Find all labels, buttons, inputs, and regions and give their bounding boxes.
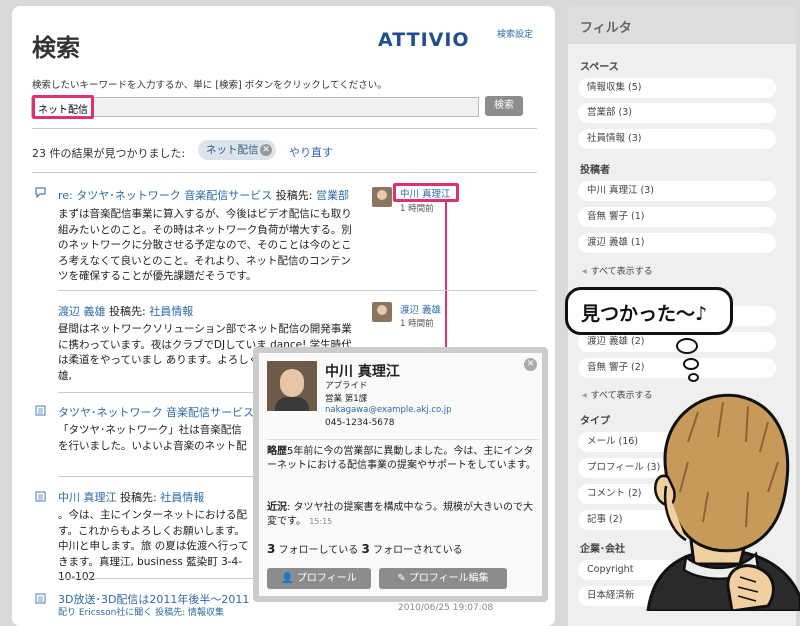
thought-dot [683, 358, 699, 370]
followers-label[interactable]: フォローされている [373, 545, 463, 556]
search-input-value[interactable]: ネット配信 [38, 101, 88, 116]
thought-dot [676, 338, 698, 354]
result-4-snippet: 。今は、主にインターネットにおける配 す。これからもよろしくお願いします。中川と… [58, 509, 249, 583]
redo-link[interactable]: やり直す [289, 144, 333, 160]
author-heading: 投稿者 [580, 165, 610, 176]
profile-dept: 営業 第1課 [325, 394, 368, 404]
result-1-snippet: まずは音楽配信事業に算入するが、今後はビデオ配信にも取り組みたいとのこと。その時… [58, 208, 352, 282]
status-time: 15:15 [309, 517, 333, 526]
result-4-title-link[interactable]: 中川 真理江 [58, 491, 117, 504]
comment-icon [35, 187, 46, 198]
profile-bio: 略歴5年前に今の営業部に異動しました。今は、主にインターネットにおける配信事業の… [267, 445, 539, 473]
following-count: 3 [267, 542, 276, 556]
search-term-chip[interactable]: ネット配信 ✕ [198, 140, 276, 160]
status-text: : タツヤ社の提案書を構成中なう。規模が大きいので大変です。 [267, 502, 533, 527]
filter-author-item[interactable]: 音無 響子 (1) [578, 207, 776, 227]
profile-role: アプライド [325, 381, 368, 391]
avatar[interactable] [372, 187, 392, 207]
document-icon [35, 491, 46, 502]
document-icon [35, 405, 46, 416]
filter-author-item[interactable]: 音無 響子 (2) [578, 358, 776, 378]
result-1-space-link[interactable]: 営業部 [316, 189, 349, 202]
divider [58, 392, 258, 393]
search-input[interactable] [31, 97, 479, 117]
space-heading: スペース [580, 62, 619, 73]
profile-phone: 045-1234-5678 [325, 418, 395, 428]
divider [32, 128, 537, 129]
result-2-space-link[interactable]: 社員情報 [149, 305, 193, 318]
filter-space-item[interactable]: 営業部 (3) [578, 103, 776, 123]
profile-status: 近況: タツヤ社の提案書を構成中なう。規模が大きいので大変です。 15:15 [267, 501, 539, 529]
divider [58, 290, 537, 291]
cartoon-character [646, 393, 800, 611]
filter-space-item[interactable]: 社員情報 (3) [578, 129, 776, 149]
search-instructions: 検索したいキーワードを入力するか、単に [検索] ボタンをクリックしてください。 [32, 80, 387, 91]
profile-name: 中川 真理江 [325, 364, 400, 380]
chip-remove-icon[interactable]: ✕ [260, 144, 272, 156]
profile-photo [267, 361, 317, 411]
search-settings-link[interactable]: 検索設定 [497, 27, 533, 40]
chip-label: ネット配信 [206, 144, 259, 156]
profile-button[interactable]: 👤 プロフィール [267, 568, 371, 589]
bio-label: 略歴 [267, 446, 287, 457]
bubble-text: 見つかった〜♪ [581, 303, 708, 325]
attivio-logo: ATTIVIO [378, 29, 470, 51]
result-1-header: re: タツヤ･ネットワーク 音楽配信サービス 投稿先: 営業部 [58, 187, 349, 203]
pencil-icon: ✎ [397, 573, 409, 584]
filter-author-item[interactable]: 中川 真理江 (3) [578, 181, 776, 201]
close-icon[interactable]: ✕ [524, 358, 537, 371]
result-2-header: 渡辺 義雄 投稿先: 社員情報 [58, 303, 193, 319]
page-title: 検索 [32, 34, 80, 62]
show-all-link[interactable]: すべて表示する [582, 264, 653, 277]
annotation-arrow [445, 202, 447, 357]
result-2-time: 1 時間前 [400, 319, 434, 329]
divider [32, 172, 537, 173]
result-5-timestamp: 2010/06/25 19:07:08 [398, 603, 494, 613]
profile-button-label: プロフィール [296, 573, 357, 584]
avatar[interactable] [372, 302, 392, 322]
type-heading: タイプ [580, 416, 610, 427]
result-5-line2: 配り Ericsson社に聞く 投稿先: 情報収集 [58, 608, 225, 618]
status-label: 近況 [267, 502, 287, 513]
following-label[interactable]: フォローしている [279, 545, 359, 556]
result-1-time: 1 時間前 [400, 204, 434, 214]
followers-count: 3 [361, 542, 370, 556]
company-heading: 企業･会社 [580, 544, 625, 555]
divider [58, 476, 258, 477]
author-highlight [393, 183, 459, 202]
thought-dot [688, 373, 699, 382]
divider [58, 578, 258, 579]
bio-text: 5年前に今の営業部に異動しました。今は、主にインターネットにおける配信事業の提案… [267, 446, 536, 471]
result-4-posted-to: 投稿先: [120, 491, 157, 504]
divider [267, 439, 539, 440]
result-4-header: 中川 真理江 投稿先: 社員情報 [58, 489, 204, 505]
profile-popup: 中川 真理江 アプライド 営業 第1課 nakagawa@example.akj… [253, 347, 548, 602]
result-3-snippet: 「タツヤ･ネットワーク」社は音楽配信 を行いました。いよいよ音楽のネット配 [58, 424, 247, 452]
filter-space-item[interactable]: 情報収集 (5) [578, 78, 776, 98]
result-2-title-link[interactable]: 渡辺 義雄 [58, 305, 106, 318]
result-count: 23 件の結果が見つかりました: [32, 147, 186, 160]
user-icon: 👤 [281, 573, 297, 584]
filter-author-item[interactable]: 渡辺 義雄 (1) [578, 233, 776, 253]
edit-profile-button-label: プロフィール編集 [408, 573, 489, 584]
result-1-title-link[interactable]: re: タツヤ･ネットワーク 音楽配信サービス [58, 189, 272, 202]
result-4-space-link[interactable]: 社員情報 [160, 491, 204, 504]
sidebar-title: フィルタ [580, 21, 632, 36]
follow-stats: 3 フォローしている 3 フォローされている [267, 541, 463, 556]
edit-profile-button[interactable]: ✎ プロフィール編集 [379, 568, 507, 589]
profile-email-link[interactable]: nakagawa@example.akj.co.jp [325, 405, 452, 415]
speech-bubble: 見つかった〜♪ [565, 287, 733, 335]
document-icon [35, 593, 46, 604]
search-button[interactable]: 検索 [485, 96, 523, 116]
result-2-author-link[interactable]: 渡辺 義雄 [400, 302, 441, 316]
result-3-title-link[interactable]: タツヤ･ネットワーク 音楽配信サービス [58, 404, 254, 420]
result-1-posted-to: 投稿先: [275, 189, 313, 202]
result-2-posted-to: 投稿先: [109, 305, 146, 318]
